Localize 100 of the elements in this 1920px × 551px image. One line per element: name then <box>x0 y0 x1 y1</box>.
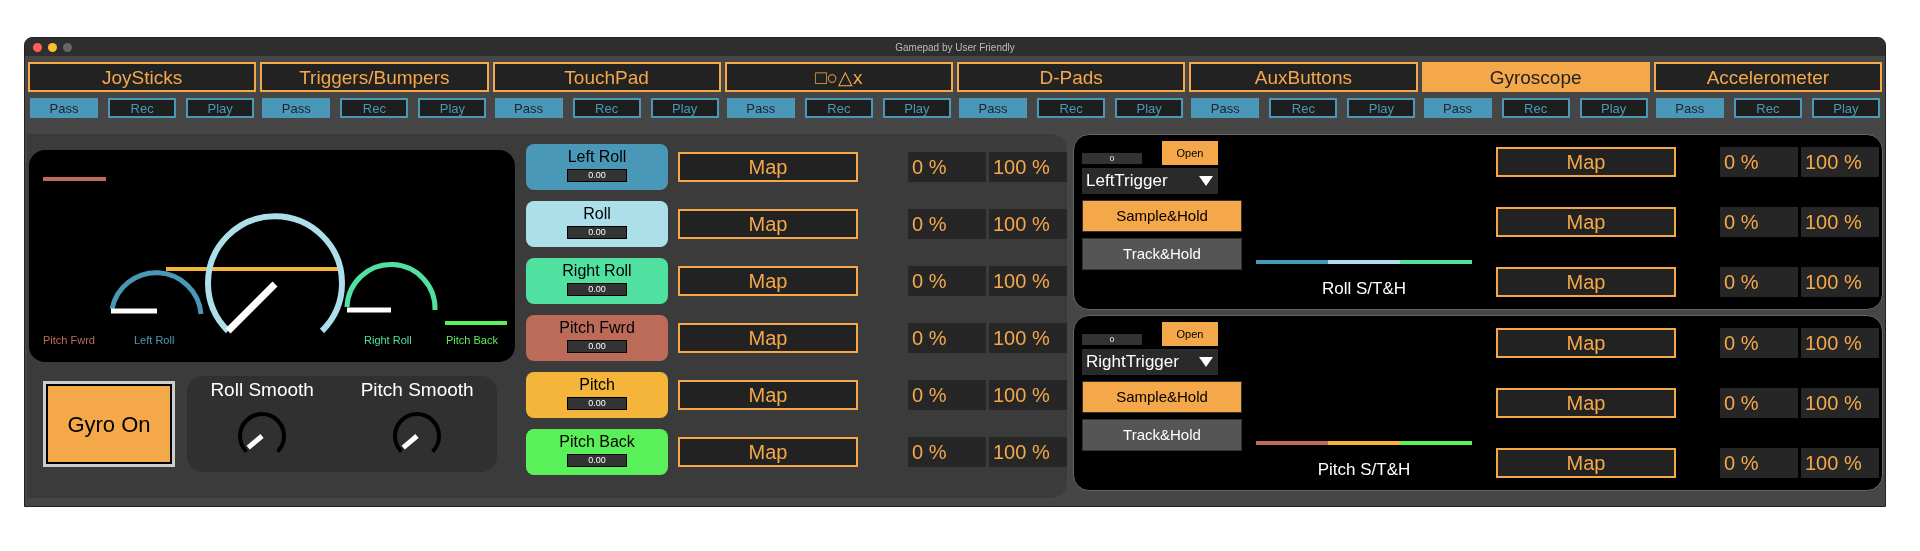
value-display: 0.00 <box>567 283 627 296</box>
close-button[interactable] <box>33 42 42 52</box>
channel-label: Roll <box>583 204 611 224</box>
hold-mode-button[interactable]: Sample&Hold <box>1082 200 1242 232</box>
map-button[interactable]: Map <box>678 152 858 182</box>
gyro-on-button[interactable]: Gyro On <box>43 381 175 467</box>
tab[interactable]: AuxButtons <box>1189 62 1418 92</box>
mode-button[interactable]: Pass <box>1423 98 1492 118</box>
max-value-field[interactable]: 100 % <box>1801 147 1879 177</box>
tab[interactable]: Accelerometer <box>1653 62 1882 92</box>
meter-label: Right Roll <box>364 334 412 346</box>
map-button[interactable]: Map <box>678 266 858 296</box>
value-display: 0.00 <box>567 169 627 182</box>
zoom-button[interactable] <box>63 42 72 52</box>
mode-button[interactable]: Rec <box>1037 98 1106 118</box>
minimize-button[interactable] <box>48 42 57 52</box>
min-value-field[interactable]: 0 % <box>908 209 986 239</box>
tab[interactable]: Triggers/Bumpers <box>260 62 489 92</box>
hold-mode-button[interactable]: Sample&Hold <box>1082 381 1242 413</box>
mode-button[interactable]: Rec <box>1269 98 1338 118</box>
map-button[interactable]: Map <box>1496 328 1676 358</box>
mode-button[interactable]: Rec <box>804 98 873 118</box>
dropdown-value: LeftTrigger <box>1086 170 1168 193</box>
mode-button[interactable]: Play <box>186 98 255 118</box>
mode-button[interactable]: Pass <box>726 98 795 118</box>
tab[interactable]: □○△x <box>724 62 953 92</box>
min-value-field[interactable]: 0 % <box>908 437 986 467</box>
channel-label: Right Roll <box>562 261 632 281</box>
tab[interactable]: D-Pads <box>957 62 1186 92</box>
tab[interactable]: Gyroscope <box>1421 62 1650 92</box>
min-value-field[interactable]: 0 % <box>908 323 986 353</box>
open-button[interactable]: Open <box>1162 141 1218 165</box>
map-button[interactable]: Map <box>1496 448 1676 478</box>
mode-button[interactable]: Pass <box>959 98 1028 118</box>
mode-button[interactable]: Play <box>882 98 951 118</box>
mode-button[interactable]: Pass <box>30 98 99 118</box>
tab[interactable]: TouchPad <box>492 62 721 92</box>
max-value-field[interactable]: 100 % <box>989 209 1067 239</box>
max-value-field[interactable]: 100 % <box>989 266 1067 296</box>
channel-button[interactable]: Right Roll 0.00 <box>526 258 668 304</box>
mode-button[interactable]: Rec <box>340 98 409 118</box>
value-display: 0.00 <box>567 340 627 353</box>
mode-button[interactable]: Rec <box>1501 98 1570 118</box>
map-button[interactable]: Map <box>678 380 858 410</box>
open-button[interactable]: Open <box>1162 322 1218 346</box>
source-dropdown[interactable]: RightTrigger <box>1082 349 1218 375</box>
knob-label: Roll Smooth <box>210 378 314 402</box>
mode-button[interactable]: Play <box>418 98 487 118</box>
min-value-field[interactable]: 0 % <box>908 380 986 410</box>
min-value-field[interactable]: 0 % <box>1720 267 1798 297</box>
map-button[interactable]: Map <box>678 209 858 239</box>
max-value-field[interactable]: 100 % <box>1801 388 1879 418</box>
mode-button[interactable]: Pass <box>1655 98 1724 118</box>
channel-button[interactable]: Pitch 0.00 <box>526 372 668 418</box>
min-value-field[interactable]: 0 % <box>1720 388 1798 418</box>
mode-button[interactable]: Rec <box>1733 98 1802 118</box>
min-value-field[interactable]: 0 % <box>1720 207 1798 237</box>
mode-button[interactable]: Play <box>1347 98 1416 118</box>
map-button[interactable]: Map <box>678 323 858 353</box>
max-value-field[interactable]: 100 % <box>1801 328 1879 358</box>
max-value-field[interactable]: 100 % <box>1801 267 1879 297</box>
mode-button[interactable]: Pass <box>262 98 331 118</box>
mode-button[interactable]: Play <box>1811 98 1880 118</box>
max-value-field[interactable]: 100 % <box>1801 207 1879 237</box>
mode-button[interactable]: Pass <box>494 98 563 118</box>
mode-button[interactable]: Rec <box>572 98 641 118</box>
mode-button[interactable]: Play <box>1115 98 1184 118</box>
channel-button[interactable]: Left Roll 0.00 <box>526 144 668 190</box>
tab[interactable]: JoySticks <box>28 62 257 92</box>
hold-mode-button[interactable]: Track&Hold <box>1082 419 1242 451</box>
map-button[interactable]: Map <box>1496 147 1676 177</box>
meter-label: Pitch Fwrd <box>43 334 95 346</box>
min-value-field[interactable]: 0 % <box>1720 328 1798 358</box>
channel-button[interactable]: Pitch Fwrd 0.00 <box>526 315 668 361</box>
channel-button[interactable]: Pitch Back 0.00 <box>526 429 668 475</box>
mode-button[interactable]: Rec <box>108 98 177 118</box>
channel-button[interactable]: Roll 0.00 <box>526 201 668 247</box>
max-value-field[interactable]: 100 % <box>989 152 1067 182</box>
map-button[interactable]: Map <box>678 437 858 467</box>
map-button[interactable]: Map <box>1496 267 1676 297</box>
source-dropdown[interactable]: LeftTrigger <box>1082 168 1218 194</box>
counter-field[interactable]: 0 <box>1082 334 1142 345</box>
min-value-field[interactable]: 0 % <box>908 152 986 182</box>
max-value-field[interactable]: 100 % <box>1801 448 1879 478</box>
mode-button[interactable]: Play <box>1579 98 1648 118</box>
counter-field[interactable]: 0 <box>1082 153 1142 164</box>
meter-label: Pitch Back <box>446 334 498 346</box>
mode-button[interactable]: Play <box>650 98 719 118</box>
caret-icon <box>1198 356 1214 368</box>
max-value-field[interactable]: 100 % <box>989 380 1067 410</box>
hold-mode-button[interactable]: Track&Hold <box>1082 238 1242 270</box>
min-value-field[interactable]: 0 % <box>1720 147 1798 177</box>
max-value-field[interactable]: 100 % <box>989 437 1067 467</box>
min-value-field[interactable]: 0 % <box>908 266 986 296</box>
map-button[interactable]: Map <box>1496 388 1676 418</box>
max-value-field[interactable]: 100 % <box>989 323 1067 353</box>
mode-button[interactable]: Pass <box>1191 98 1260 118</box>
min-value-field[interactable]: 0 % <box>1720 448 1798 478</box>
map-button[interactable]: Map <box>1496 207 1676 237</box>
pitch-forward-meter <box>43 177 106 181</box>
